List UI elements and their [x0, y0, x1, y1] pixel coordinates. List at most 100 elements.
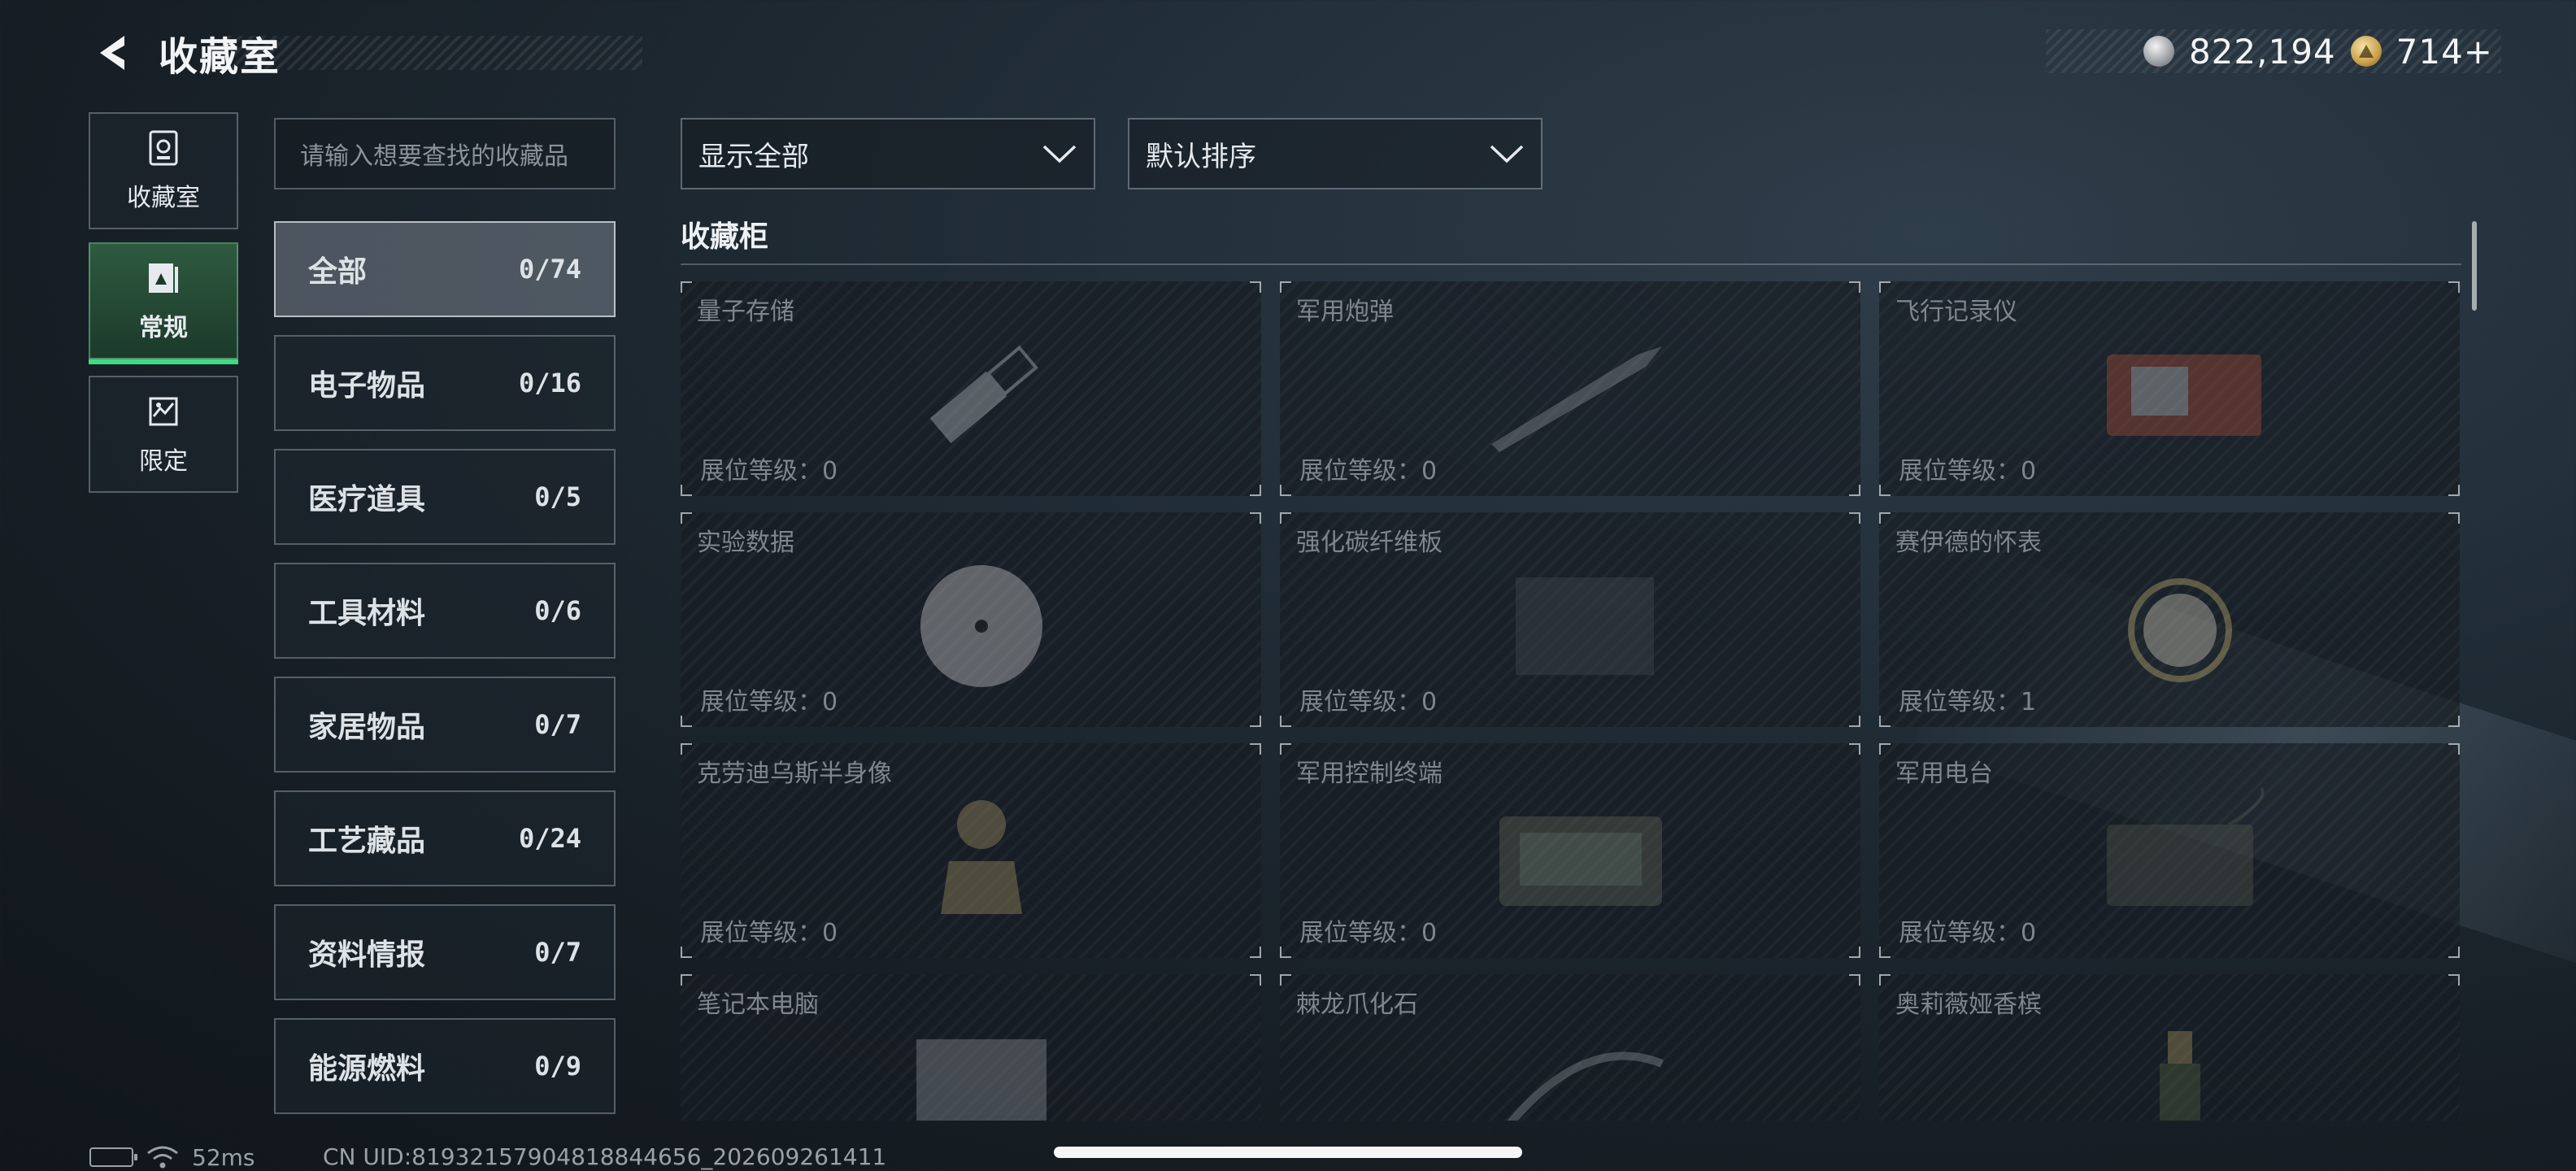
collection-item-card[interactable]: 棘龙爪化石 [1280, 974, 1860, 1121]
collection-item-card[interactable]: 飞行记录仪 展位等级：0 [1879, 281, 2460, 496]
claw-fossil-icon [1507, 1051, 1664, 1121]
collection-grid: 量子存储 展位等级：0 军用炮弹 展位等级：0 飞行记录仪 展位等级：0 实验数… [681, 281, 2461, 1121]
wifi-icon [147, 1146, 178, 1169]
champagne-icon [2160, 1031, 2200, 1121]
sort-dropdown[interactable]: 默认排序 [1128, 118, 1543, 189]
category-count: 0/24 [518, 823, 581, 854]
category-household[interactable]: 家居物品 0/7 [274, 677, 616, 773]
scrollbar[interactable] [2472, 221, 2477, 311]
category-count: 0/7 [534, 709, 581, 740]
item-name: 棘龙爪化石 [1296, 990, 1418, 1019]
chevron-down-icon [1490, 145, 1524, 163]
collection-item-card[interactable]: 军用控制终端 展位等级：0 [1280, 743, 1860, 958]
carbon-plate-icon [1516, 577, 1654, 675]
radio-icon [2107, 786, 2265, 906]
filter-value: 显示全部 [698, 140, 809, 173]
collection-item-card[interactable]: 强化碳纤维板 展位等级：0 [1280, 512, 1860, 727]
silver-coin-icon [2143, 36, 2174, 67]
uid-text: CN UID:81932157904818844656_202609261411 [323, 1143, 887, 1170]
collection-item-card[interactable]: 奥莉薇娅香槟 [1879, 974, 2460, 1121]
item-level: 展位等级：0 [1299, 919, 1438, 947]
page-title: 收藏室 [159, 34, 281, 80]
category-count: 0/5 [534, 481, 581, 512]
category-name: 家居物品 [308, 711, 426, 744]
disc-icon [920, 565, 1042, 687]
nav-label: 收藏室 [127, 184, 200, 212]
item-name: 军用控制终端 [1296, 760, 1442, 788]
header: 收藏室 [85, 24, 642, 81]
item-level: 展位等级：0 [700, 457, 838, 485]
control-terminal-icon [1499, 816, 1662, 906]
item-name: 笔记本电脑 [697, 990, 819, 1019]
section-title: 收藏柜 [681, 220, 769, 254]
item-level: 展位等级：1 [1899, 688, 2037, 716]
item-name: 强化碳纤维板 [1296, 529, 1442, 557]
item-level: 展位等级：0 [1299, 688, 1438, 716]
item-name: 赛伊德的怀表 [1895, 529, 2042, 557]
collection-item-card[interactable]: 量子存储 展位等级：0 [681, 281, 1261, 496]
collection-item-card[interactable]: 笔记本电脑 [681, 974, 1261, 1121]
category-all[interactable]: 全部 0/74 [274, 221, 616, 317]
header-hatch-decoration [228, 36, 642, 70]
section-divider [681, 263, 2461, 265]
item-level: 展位等级：0 [1299, 457, 1438, 485]
category-intel[interactable]: 资料情报 0/7 [274, 904, 616, 1000]
item-level: 展位等级：0 [1899, 919, 2037, 947]
item-name: 量子存储 [697, 298, 794, 326]
category-count: 0/7 [534, 937, 581, 968]
status-bar: 52ms [89, 1143, 255, 1171]
regular-icon [149, 263, 178, 293]
category-tools[interactable]: 工具材料 0/6 [274, 563, 616, 659]
item-name: 军用电台 [1895, 760, 1993, 788]
item-name: 军用炮弹 [1296, 298, 1394, 326]
item-level: 展位等级：0 [700, 919, 838, 947]
item-name: 克劳迪乌斯半身像 [697, 760, 892, 788]
silver-currency-value: 822,194 [2188, 31, 2336, 72]
nav-regular[interactable]: 常规 [89, 242, 238, 364]
collection-item-card[interactable]: 赛伊德的怀表 展位等级：1 [1879, 512, 2460, 727]
category-count: 0/9 [534, 1051, 581, 1082]
back-button[interactable] [85, 24, 142, 81]
pocket-watch-icon [2128, 578, 2232, 682]
item-level: 展位等级：0 [1899, 457, 2037, 485]
nav-label: 常规 [139, 314, 188, 342]
battery-icon [89, 1147, 137, 1167]
home-indicator[interactable] [1054, 1147, 1522, 1158]
category-name: 资料情报 [308, 938, 426, 972]
collection-item-card[interactable]: 军用炮弹 展位等级：0 [1280, 281, 1860, 496]
nav-limited[interactable]: 限定 [89, 376, 238, 493]
gold-currency-value[interactable]: 714+ [2396, 32, 2493, 72]
limited-icon [149, 397, 178, 426]
filter-dropdown[interactable]: 显示全部 [681, 118, 1095, 189]
item-name: 飞行记录仪 [1895, 298, 2017, 326]
laptop-icon [916, 1039, 1046, 1121]
nav-collection-room[interactable]: 收藏室 [89, 112, 238, 229]
collection-item-card[interactable]: 克劳迪乌斯半身像 展位等级：0 [681, 743, 1261, 958]
category-count: 0/16 [518, 368, 581, 398]
currency-bar: 822,194 714+ [2046, 29, 2501, 73]
category-name: 电子物品 [308, 369, 426, 403]
category-electronics[interactable]: 电子物品 0/16 [274, 335, 616, 431]
nav-label: 限定 [139, 447, 188, 476]
item-name: 实验数据 [697, 529, 794, 557]
shell-icon [1491, 346, 1662, 452]
category-fuel[interactable]: 能源燃料 0/9 [274, 1018, 616, 1114]
flight-recorder-icon [2107, 355, 2261, 436]
back-arrow-icon [100, 36, 124, 70]
category-name: 能源燃料 [308, 1052, 426, 1086]
collection-item-card[interactable]: 军用电台 展位等级：0 [1879, 743, 2460, 958]
item-level: 展位等级：0 [700, 688, 838, 716]
collection-room-icon [149, 130, 178, 166]
chevron-down-icon [1042, 145, 1077, 163]
gold-coin-icon [2350, 36, 2382, 67]
ping-value: 52ms [192, 1143, 255, 1171]
bust-icon [941, 800, 1022, 914]
item-name: 奥莉薇娅香槟 [1895, 990, 2042, 1019]
sort-value: 默认排序 [1146, 140, 1256, 173]
category-count: 0/74 [518, 254, 581, 285]
category-medical[interactable]: 医疗道具 0/5 [274, 449, 616, 545]
category-crafts[interactable]: 工艺藏品 0/24 [274, 790, 616, 886]
collection-item-card[interactable]: 实验数据 展位等级：0 [681, 512, 1261, 727]
category-name: 全部 [308, 255, 368, 289]
search-input[interactable]: 请输入想要查找的收藏品 [274, 118, 616, 189]
